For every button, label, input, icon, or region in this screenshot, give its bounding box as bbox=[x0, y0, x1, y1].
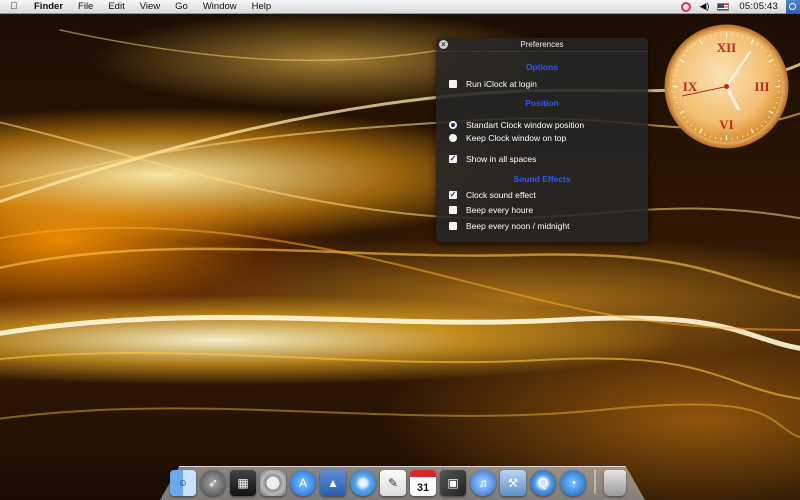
dock-separator bbox=[594, 470, 596, 494]
menu-view[interactable]: View bbox=[140, 0, 160, 14]
numeral-ix: IX bbox=[683, 79, 698, 94]
checkbox-checked-icon[interactable]: ✓ bbox=[449, 190, 457, 199]
preferences-window: × Preferences Options Run iClock at logi… bbox=[436, 38, 648, 242]
numeral-iii: III bbox=[754, 79, 769, 94]
close-icon[interactable]: × bbox=[439, 40, 448, 49]
preview-icon[interactable]: ▲ bbox=[320, 470, 346, 496]
safari-icon[interactable] bbox=[350, 470, 376, 496]
xcode-icon[interactable]: ⚒ bbox=[500, 470, 526, 496]
radio-icon[interactable] bbox=[449, 133, 457, 142]
menu-file[interactable]: File bbox=[78, 0, 93, 14]
textedit-icon[interactable]: ✎ bbox=[380, 470, 406, 496]
menu-window[interactable]: Window bbox=[203, 0, 237, 14]
section-options-title: Options bbox=[525, 62, 559, 72]
preferences-title: Preferences bbox=[520, 40, 564, 49]
beep-hour-label: Beep every houre bbox=[466, 204, 534, 215]
checkbox-icon[interactable] bbox=[449, 79, 457, 88]
beep-hour-checkbox[interactable]: Beep every houre bbox=[449, 204, 533, 215]
menu-edit[interactable]: Edit bbox=[108, 0, 124, 14]
trash-icon[interactable] bbox=[604, 470, 626, 496]
menu-app-name[interactable]: Finder bbox=[34, 0, 63, 14]
show-all-spaces-checkbox[interactable]: ✓ Show in all spaces bbox=[449, 153, 536, 164]
clock-center bbox=[724, 84, 729, 89]
run-at-login-checkbox[interactable]: Run iClock at login bbox=[449, 78, 537, 89]
menu-help[interactable]: Help bbox=[252, 0, 272, 14]
app-store-icon[interactable]: A bbox=[290, 470, 316, 496]
clock-widget[interactable]: XII III VI IX bbox=[663, 23, 790, 150]
beep-noon-label: Beep every noon / midnight bbox=[466, 220, 570, 231]
iclock-icon[interactable]: ◔ bbox=[560, 470, 586, 496]
calendar-date: 31 bbox=[416, 482, 430, 494]
itunes-icon[interactable]: ♫ bbox=[470, 470, 496, 496]
checkbox-icon[interactable] bbox=[449, 221, 457, 230]
dashboard-icon[interactable]: ▦ bbox=[230, 470, 256, 496]
clock-sound-label: Clock sound effect bbox=[466, 189, 536, 200]
show-all-spaces-label: Show in all spaces bbox=[466, 153, 537, 164]
numeral-vi: VI bbox=[719, 117, 733, 132]
preferences-titlebar[interactable]: × Preferences bbox=[436, 38, 648, 52]
section-sound-title: Sound Effects bbox=[513, 174, 571, 184]
standard-position-label: Standart Clock window position bbox=[466, 119, 585, 130]
keep-on-top-radio[interactable]: Keep Clock window on top bbox=[449, 132, 566, 143]
quicktime-icon[interactable]: Q bbox=[530, 470, 556, 496]
input-source-flag-icon[interactable] bbox=[717, 2, 730, 11]
menu-go[interactable]: Go bbox=[175, 0, 188, 14]
checkbox-icon[interactable] bbox=[449, 205, 457, 214]
keep-on-top-label: Keep Clock window on top bbox=[466, 132, 567, 143]
menu-extras: ◀) 05:05:43 bbox=[681, 0, 800, 14]
system-preferences-icon[interactable] bbox=[260, 470, 286, 496]
numeral-xii: XII bbox=[717, 40, 737, 55]
checkbox-checked-icon[interactable]: ✓ bbox=[449, 154, 457, 163]
section-position-title: Position bbox=[525, 98, 559, 108]
standard-position-radio[interactable]: Standart Clock window position bbox=[449, 119, 584, 130]
menu-clock[interactable]: 05:05:43 bbox=[739, 1, 778, 12]
beep-noon-checkbox[interactable]: Beep every noon / midnight bbox=[449, 220, 569, 231]
run-at-login-label: Run iClock at login bbox=[466, 78, 537, 89]
finder-icon[interactable]: ☺ bbox=[170, 470, 196, 496]
radio-selected-icon[interactable] bbox=[449, 120, 457, 129]
spotlight-icon[interactable] bbox=[786, 0, 800, 14]
dock: ☺ ➶ ▦ A ▲ ✎ 31 ▣ ♫ ⚒ Q ◔ bbox=[170, 460, 640, 496]
status-menu-icon[interactable] bbox=[681, 1, 692, 12]
launchpad-icon[interactable]: ➶ bbox=[200, 470, 226, 496]
menu-bar:  Finder File Edit View Go Window Help ◀… bbox=[0, 0, 800, 14]
iphoto-icon[interactable]: ▣ bbox=[440, 470, 466, 496]
clock-sound-checkbox[interactable]: ✓ Clock sound effect bbox=[449, 189, 536, 200]
apple-menu-icon[interactable]:  bbox=[10, 0, 22, 14]
volume-icon[interactable]: ◀) bbox=[699, 1, 709, 12]
calendar-icon[interactable]: 31 bbox=[410, 470, 436, 496]
